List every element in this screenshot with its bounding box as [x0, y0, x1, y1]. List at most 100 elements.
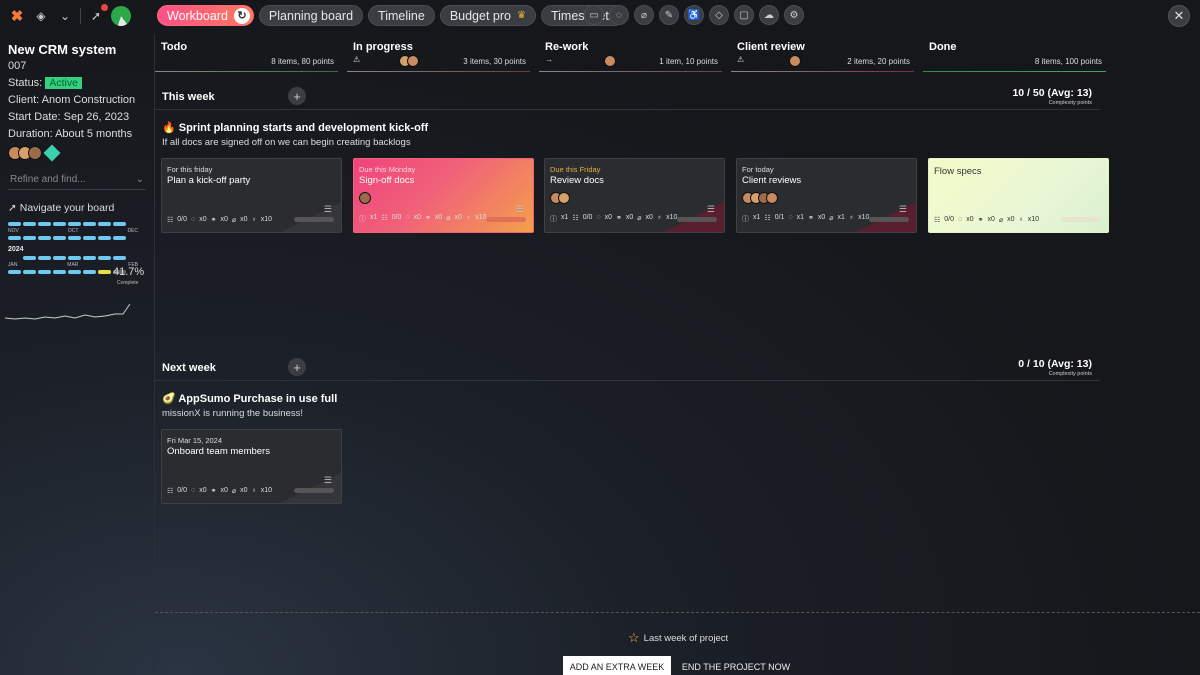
- column-title: Re-work: [545, 41, 589, 53]
- checklist-count: 0/0: [582, 214, 593, 221]
- week-pill[interactable]: [53, 236, 66, 240]
- avatar: [359, 192, 371, 204]
- week-pill[interactable]: [23, 236, 36, 240]
- cloud-icon[interactable]: ☁: [759, 5, 779, 25]
- stack-icon[interactable]: ☰: [899, 204, 907, 215]
- edit-icon[interactable]: ✎: [659, 5, 679, 25]
- notification-dot: [101, 4, 108, 11]
- week-pill[interactable]: [8, 236, 21, 240]
- current-week-pill[interactable]: [98, 270, 111, 274]
- week-pill[interactable]: [83, 256, 96, 260]
- tab-timeline[interactable]: Timeline: [368, 5, 435, 26]
- attachment-count: x0: [240, 216, 248, 223]
- close-icon[interactable]: ✕: [1168, 5, 1190, 27]
- card-assignees: [550, 192, 570, 204]
- stack-icon[interactable]: ☰: [516, 204, 524, 215]
- column-avatars: [604, 55, 616, 67]
- week-pill[interactable]: [38, 270, 51, 274]
- attachment-icon: ⌀: [637, 215, 642, 222]
- card-progress-bar: [1061, 217, 1101, 222]
- task-card[interactable]: Fri Mar 15, 2024 Onboard team members ☰ …: [161, 429, 342, 504]
- task-card[interactable]: Due this Monday Sign-off docs ☰ ⓘ x1 ☷ 0/0…: [353, 158, 534, 233]
- card-due: Fri Mar 15, 2024: [167, 436, 223, 445]
- tab-label: Planning board: [268, 8, 354, 23]
- stack-icon[interactable]: ◇: [709, 5, 729, 25]
- attachment-count: x0: [1007, 216, 1015, 223]
- tab-planning-board[interactable]: Planning board: [258, 5, 364, 26]
- settings-icon[interactable]: ⚙: [784, 5, 804, 25]
- tab-workboard[interactable]: Workboard ↻: [157, 5, 254, 26]
- task-card[interactable]: Flow specs ☷ 0/0 ◌ x0 ⚭ x0 ⌀ x0 ♁ x10: [928, 158, 1109, 233]
- end-project-button[interactable]: END THE PROJECT NOW: [680, 656, 792, 675]
- week-pill[interactable]: [38, 256, 51, 260]
- search-input[interactable]: Refine and find... ⌄: [8, 170, 146, 190]
- add-task-button[interactable]: +: [288, 87, 306, 105]
- month-label: MAR: [67, 262, 79, 268]
- week-pill[interactable]: [38, 236, 51, 240]
- column-re-work[interactable]: Re-work → 1 item, 10 points: [539, 34, 722, 72]
- team-avatars[interactable]: [8, 144, 146, 162]
- week-pill[interactable]: [38, 222, 51, 226]
- column-avatars: [399, 55, 419, 67]
- week-pill[interactable]: [113, 236, 126, 240]
- week-pill[interactable]: [53, 270, 66, 274]
- comment-icon[interactable]: ◌: [609, 5, 629, 25]
- comment-count: x0: [604, 214, 612, 221]
- task-card[interactable]: For today Client reviews ☰ ⓘ x1 ☷ 0/1 ◌ x1 …: [736, 158, 917, 233]
- column-title: Todo: [161, 41, 188, 53]
- column-todo[interactable]: Todo 8 items, 80 points: [155, 34, 338, 72]
- chevron-down-icon[interactable]: ⌄: [56, 7, 74, 25]
- week-pill[interactable]: [98, 256, 111, 260]
- project-sidebar: New CRM system 007 Status: Active Client…: [0, 34, 155, 675]
- task-card[interactable]: For this friday Plan a kick-off party ☰ …: [161, 158, 342, 233]
- avatar: [789, 55, 801, 67]
- accessibility-icon[interactable]: ♿: [684, 5, 704, 25]
- task-card[interactable]: Due this Friday Review docs ☰ ⓘ x1 ☷ 0/0 ◌…: [544, 158, 725, 233]
- week-pill[interactable]: [98, 236, 111, 240]
- checklist-count: 0/0: [177, 487, 188, 494]
- column-done[interactable]: Done 8 items, 100 points: [923, 34, 1106, 72]
- week-pill[interactable]: [113, 256, 126, 260]
- app-logo-icon[interactable]: ✖: [8, 7, 26, 25]
- week-pill[interactable]: [68, 256, 81, 260]
- status-badge: Active: [45, 77, 82, 89]
- week-pill[interactable]: [83, 236, 96, 240]
- column-in-progress[interactable]: In progress ⚠ 3 items, 30 points: [347, 34, 530, 72]
- star-icon: ☆: [628, 630, 640, 645]
- sync-icon[interactable]: ↻: [233, 7, 250, 24]
- link-count: x0: [434, 214, 443, 221]
- week-pill[interactable]: [83, 222, 96, 226]
- week-pill[interactable]: [23, 222, 36, 226]
- week-pill[interactable]: [68, 236, 81, 240]
- chat-icon[interactable]: ▭: [584, 5, 604, 25]
- layers-icon[interactable]: ◈: [32, 7, 50, 25]
- week-pill[interactable]: [8, 270, 21, 274]
- week-pill[interactable]: [53, 256, 66, 260]
- card-stats: ☷ 0/0 ◌ x0 ⚭ x0 ⌀ x0 ♁ x10: [167, 487, 272, 495]
- week-pill[interactable]: [8, 222, 21, 226]
- stack-icon[interactable]: ☰: [324, 475, 332, 486]
- stack-icon[interactable]: ☰: [707, 204, 715, 215]
- week-pill[interactable]: [23, 270, 36, 274]
- attachment-icon[interactable]: ⌀: [634, 5, 654, 25]
- week-pill[interactable]: [68, 222, 81, 226]
- week-pill[interactable]: [23, 256, 36, 260]
- week-pill[interactable]: [98, 222, 111, 226]
- comment-icon: ◌: [405, 214, 410, 221]
- card-stats: ☷ 0/0 ◌ x0 ⚭ x0 ⌀ x0 ♁ x10: [934, 216, 1039, 224]
- week-pill[interactable]: [83, 270, 96, 274]
- week-pill[interactable]: [53, 222, 66, 226]
- attachment-icon: ⌀: [998, 217, 1004, 224]
- add-task-button[interactable]: +: [288, 358, 306, 376]
- chevron-down-icon[interactable]: ⌄: [136, 174, 144, 185]
- week-pill[interactable]: [68, 270, 81, 274]
- week-pill[interactable]: [113, 222, 126, 226]
- column-client-review[interactable]: Client review ⚠ 2 items, 20 points: [731, 34, 914, 72]
- workspace-logo[interactable]: [111, 6, 131, 26]
- stack-icon[interactable]: ☰: [324, 204, 332, 215]
- card-progress-bar: [869, 217, 909, 222]
- rocket-notification-icon[interactable]: ➚: [87, 4, 108, 25]
- crop-icon[interactable]: ▢: [734, 5, 754, 25]
- add-extra-week-button[interactable]: ADD AN EXTRA WEEK: [563, 656, 671, 675]
- tab-budget-pro[interactable]: Budget pro ♛: [439, 5, 536, 26]
